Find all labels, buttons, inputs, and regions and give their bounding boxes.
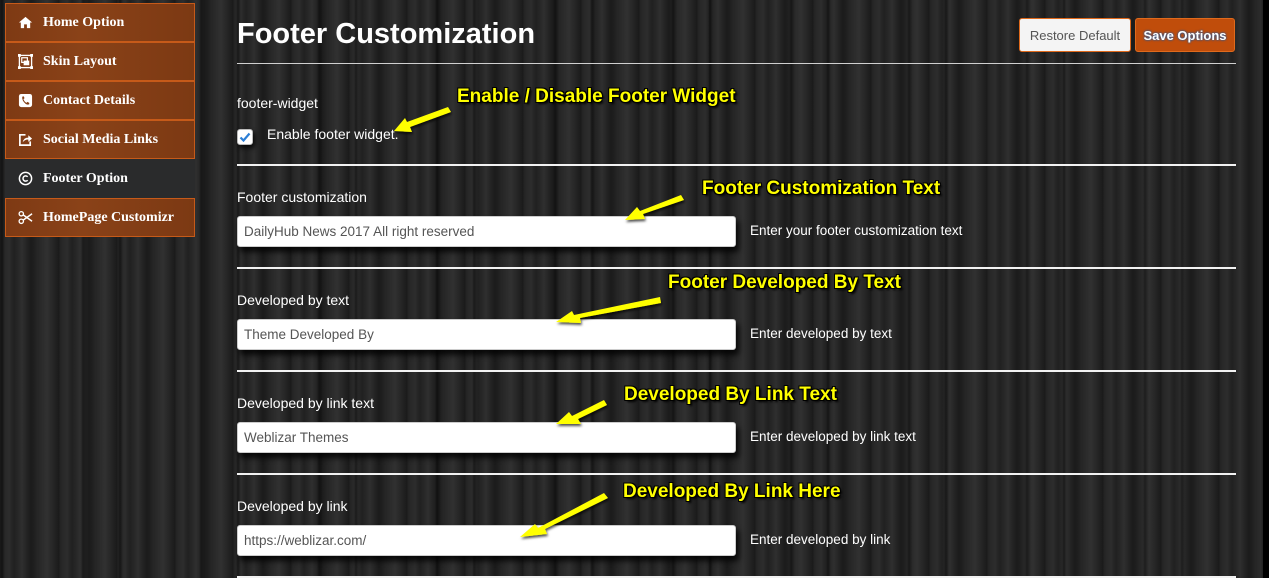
developed-by-link-text-input[interactable] xyxy=(237,422,736,453)
developed-by-link-hint: Enter developed by link xyxy=(750,532,891,547)
checkmark-icon xyxy=(239,132,251,143)
footer-customization-input[interactable] xyxy=(237,216,736,247)
layout-icon xyxy=(16,53,34,71)
share-icon xyxy=(16,131,34,149)
arrow-icon xyxy=(394,107,451,132)
scissors-icon xyxy=(16,209,34,227)
section-divider xyxy=(237,267,1236,269)
enable-footer-widget-label: Enable footer widget. xyxy=(267,126,399,142)
section-divider xyxy=(237,370,1236,372)
save-options-button[interactable]: Save Options xyxy=(1135,18,1235,52)
developed-by-link-label: Developed by link xyxy=(237,498,348,514)
sidebar-item-homepage-customizr[interactable]: HomePage Customizr xyxy=(5,198,195,237)
copyright-icon xyxy=(16,170,34,188)
sidebar-item-label: Skin Layout xyxy=(43,53,117,69)
annotation-developed-by-link-text: Developed By Link Text xyxy=(624,384,837,405)
phone-icon xyxy=(16,92,34,110)
footer-customization-label: Footer customization xyxy=(237,189,367,205)
annotation-footer-customization: Footer Customization Text xyxy=(702,178,941,199)
developed-by-link-text-hint: Enter developed by link text xyxy=(750,429,916,444)
developed-by-text-label: Developed by text xyxy=(237,292,350,308)
sidebar-item-contact-details[interactable]: Contact Details xyxy=(5,81,195,120)
sidebar-item-label: Social Media Links xyxy=(43,131,159,147)
sidebar-nav: Home Option Skin Layout Contact Details … xyxy=(5,3,195,237)
annotation-developed-by-link: Developed By Link Here xyxy=(623,481,841,502)
sidebar-item-label: HomePage Customizr xyxy=(43,209,175,225)
section-divider xyxy=(237,164,1236,166)
developed-by-text-hint: Enter developed by text xyxy=(750,326,892,341)
footer-widget-label: footer-widget xyxy=(237,95,318,111)
restore-default-button[interactable]: Restore Default xyxy=(1019,18,1131,52)
developed-by-link-input[interactable] xyxy=(237,525,736,556)
header-divider xyxy=(237,63,1236,64)
sidebar-item-skin-layout[interactable]: Skin Layout xyxy=(5,42,195,81)
sidebar-item-label: Home Option xyxy=(43,14,125,30)
developed-by-link-text-label: Developed by link text xyxy=(237,395,374,411)
window-edge xyxy=(1263,0,1269,578)
sidebar-item-footer-option[interactable]: Footer Option xyxy=(5,159,195,198)
sidebar-item-label: Footer Option xyxy=(43,170,128,186)
home-icon xyxy=(16,14,34,32)
sidebar-item-label: Contact Details xyxy=(43,92,136,108)
sidebar-item-social-media-links[interactable]: Social Media Links xyxy=(5,120,195,159)
arrow-icon xyxy=(556,400,607,424)
enable-footer-widget-checkbox[interactable] xyxy=(237,129,253,145)
developed-by-text-input[interactable] xyxy=(237,319,736,350)
sidebar-item-home-option[interactable]: Home Option xyxy=(5,3,195,42)
section-divider xyxy=(237,473,1236,475)
footer-customization-hint: Enter your footer customization text xyxy=(750,223,963,238)
annotation-developed-by-text: Footer Developed By Text xyxy=(668,272,901,293)
page-title: Footer Customization xyxy=(237,18,536,50)
annotation-widget: Enable / Disable Footer Widget xyxy=(457,86,736,107)
